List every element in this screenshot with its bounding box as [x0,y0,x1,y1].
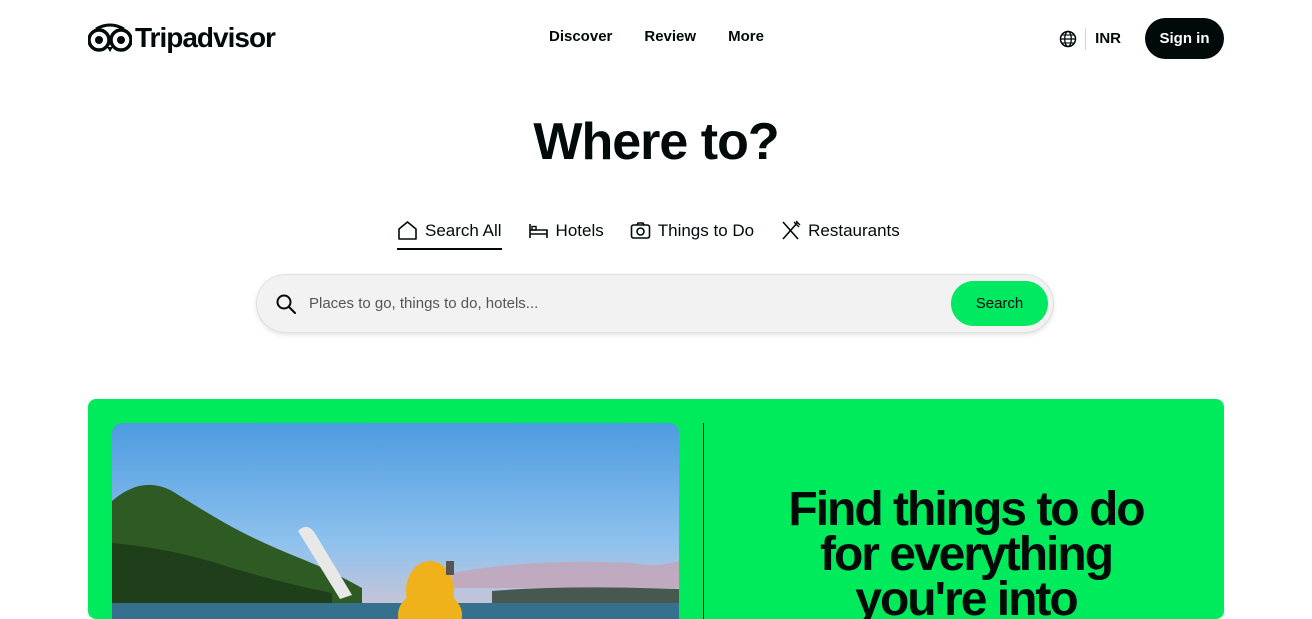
search-input[interactable] [307,294,951,313]
tab-label: Things to Do [657,220,755,240]
tab-restaurants[interactable]: Restaurants [780,220,900,250]
nav-review[interactable]: Review [644,28,696,45]
page-title: Where to? [533,113,779,171]
tab-hotels[interactable]: Hotels [528,220,604,250]
kayak-scene-image [112,423,679,619]
search-bar: Search [257,275,1053,332]
bed-icon [528,224,548,238]
tab-label: Hotels [555,220,604,240]
logo-text: Tripadvisor [135,22,276,53]
tab-things-to-do[interactable]: Things to Do [630,220,754,250]
tripadvisor-logo[interactable]: Tripadvisor [88,22,276,54]
header-divider [1085,27,1087,50]
promo-headline: Find things to do for everything you're … [716,486,1216,619]
owl-logo-icon [88,23,132,52]
currency-selector[interactable]: INR [1095,30,1121,47]
tab-label: Search All [425,220,502,240]
camera-icon [630,222,651,239]
header-actions: INR Sign in [1059,18,1224,59]
tab-label: Restaurants [808,220,900,240]
home-icon [398,221,417,240]
search-icon [276,294,296,314]
promo-divider [703,423,704,619]
search-tabs: Search All Hotels Things to Do Restauran… [397,220,926,250]
main-nav: Discover Review More [549,28,764,45]
search-button[interactable]: Search [951,281,1048,326]
tab-search-all[interactable]: Search All [397,220,502,250]
nav-discover[interactable]: Discover [549,28,612,45]
globe-icon[interactable] [1059,30,1077,48]
site-header: Tripadvisor Discover Review More INR Sig… [0,0,1312,76]
sign-in-button[interactable]: Sign in [1145,18,1224,59]
promo-banner: Find things to do for everything you're … [88,399,1224,619]
fork-knife-icon [782,220,801,240]
nav-more[interactable]: More [728,28,764,45]
promo-line-3: you're into [855,573,1078,619]
kayak-photo [112,423,679,619]
